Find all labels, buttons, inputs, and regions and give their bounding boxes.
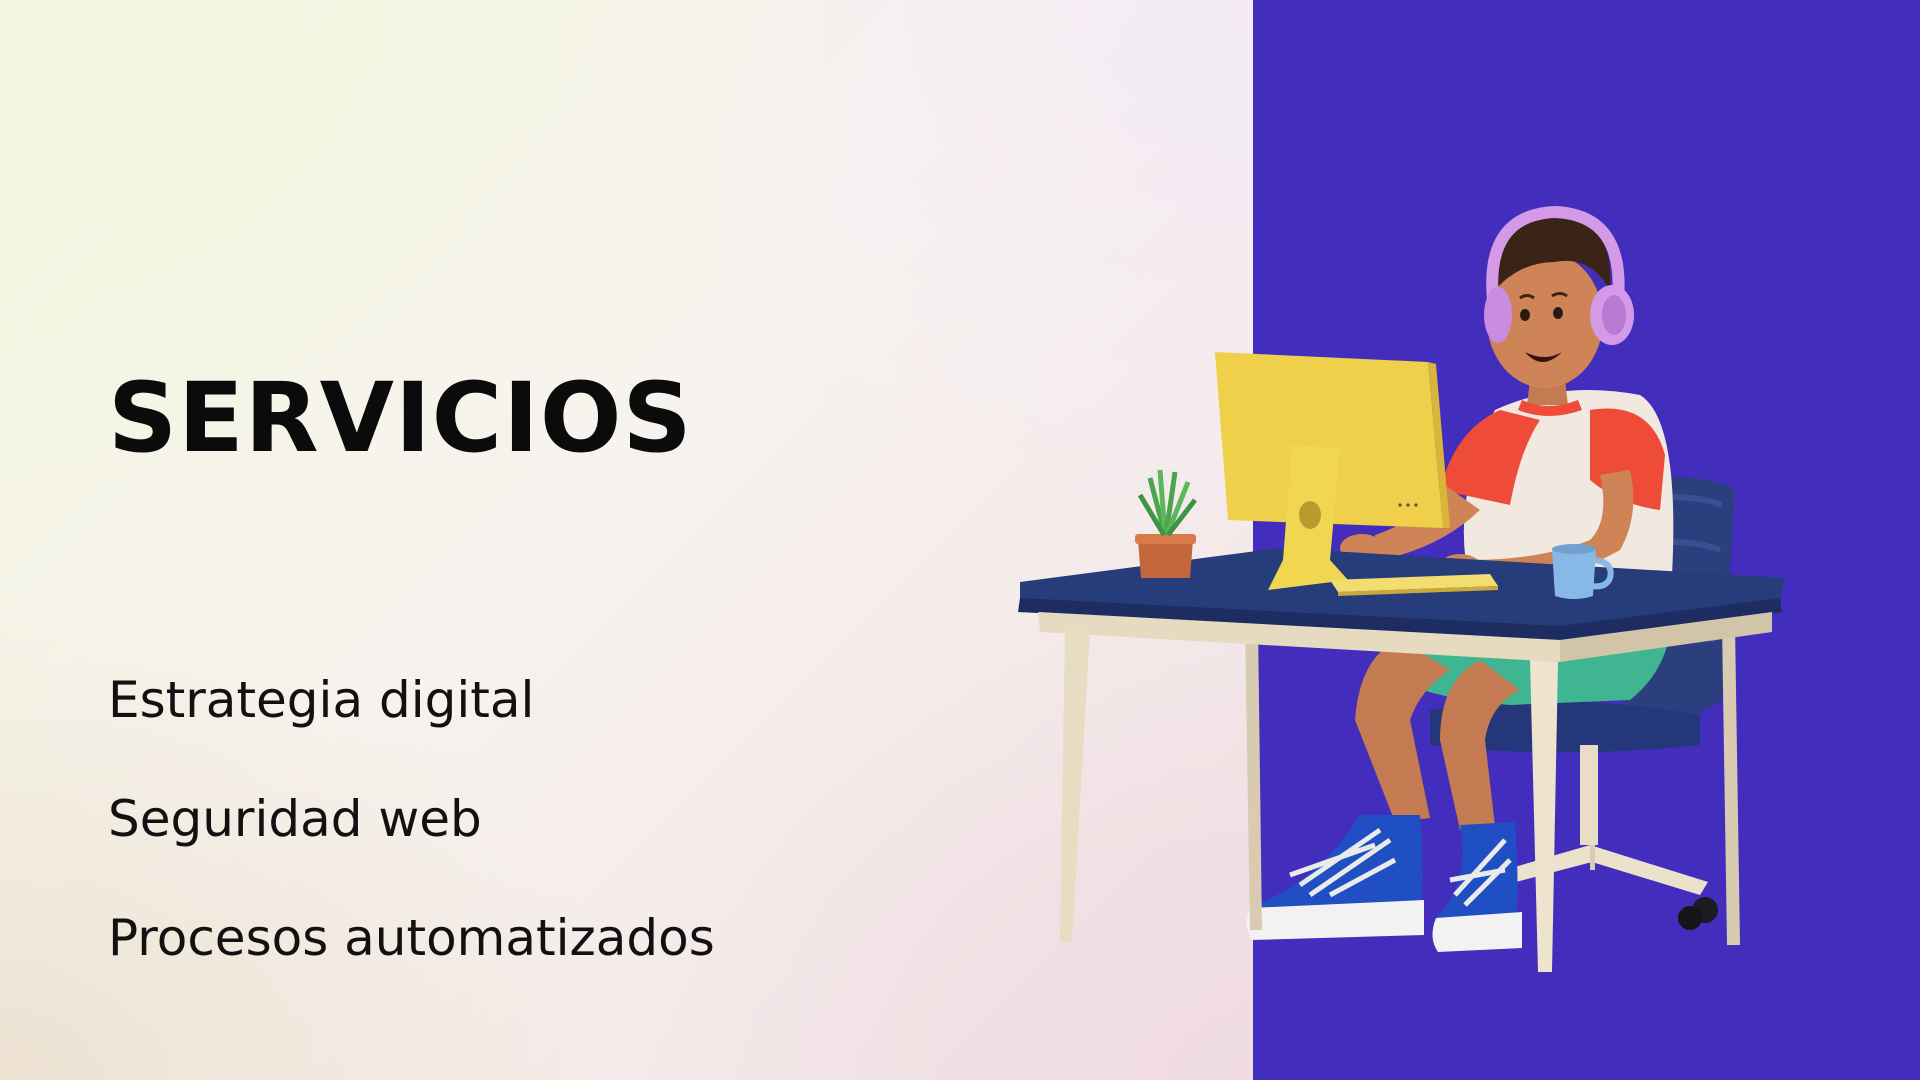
potted-plant (1135, 469, 1197, 578)
sneaker-left (1246, 815, 1424, 940)
slide: SERVICIOS Estrategia digital Seguridad w… (0, 0, 1920, 1080)
sneaker-right (1432, 822, 1522, 952)
person-at-desk-illustration (1018, 205, 1785, 972)
